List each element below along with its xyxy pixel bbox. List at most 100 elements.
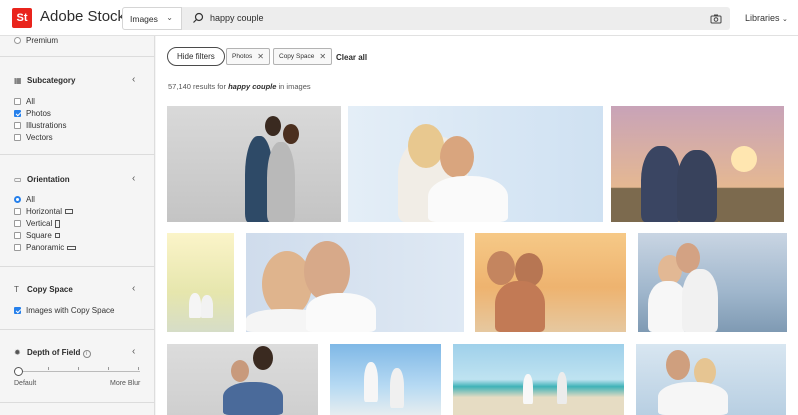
collapse-chevron-icon[interactable]: ‹ [132,346,135,357]
search-scope-dropdown[interactable]: Images ⌄ [122,7,182,30]
result-image-2[interactable] [348,106,603,222]
result-image-9[interactable] [330,344,441,415]
aperture-icon: ✹ [14,348,21,357]
image-figure [231,360,249,382]
result-image-10[interactable] [453,344,624,415]
image-figure [283,124,299,144]
subcategory-option-illustrations[interactable]: Illustrations [14,121,66,130]
radio-selected[interactable] [14,196,21,203]
image-figure [677,150,717,222]
image-figure [440,136,474,178]
image-figure [390,368,404,408]
option-label: Horizontal [26,207,63,216]
results-suffix: in images [278,82,311,91]
image-figure [189,293,201,318]
copy-space-title[interactable]: T Copy Space [14,285,73,294]
image-figure [223,382,283,415]
orientation-option-horizontal[interactable]: Horizontal [14,207,74,216]
result-image-8[interactable] [167,344,318,415]
checkbox[interactable] [14,208,21,215]
close-icon[interactable]: ✕ [257,52,264,61]
search-scope-label: Images [130,14,158,24]
checkbox[interactable] [14,134,21,141]
close-icon[interactable]: ✕ [319,52,326,61]
option-label: Illustrations [26,121,67,130]
clear-all-link[interactable]: Clear all [336,53,367,62]
orientation-option-square[interactable]: Square [14,231,60,240]
image-figure [487,251,515,285]
result-image-6[interactable] [475,233,626,332]
collapse-chevron-icon[interactable]: ‹ [132,173,135,184]
subcategory-section: ▦ Subcategory ‹ All Photos Illustrations … [0,57,155,155]
collapse-chevron-icon[interactable]: ‹ [132,283,135,294]
results-prefix: results for [193,82,226,91]
premium-radio[interactable] [14,37,21,44]
image-figure [304,241,350,301]
slider-tick [78,367,79,370]
info-icon[interactable]: i [82,350,91,358]
horizontal-icon [65,209,74,214]
image-figure [306,293,376,332]
libraries-label: Libraries [745,13,780,23]
camera-icon[interactable] [710,13,722,24]
checkbox[interactable] [14,98,21,105]
search-icon [193,12,204,23]
copy-space-title-label: Copy Space [27,285,73,294]
checkbox[interactable] [14,232,21,239]
chevron-down-icon: ⌄ [166,13,173,22]
subcategory-option-vectors[interactable]: Vectors [14,133,53,142]
orientation-option-panoramic[interactable]: Panoramic [14,243,77,252]
filter-chip-copy-space[interactable]: Copy Space ✕ [273,48,333,65]
filter-chip-photos[interactable]: Photos ✕ [226,48,270,65]
checkbox[interactable] [14,220,21,227]
checkbox[interactable] [14,122,21,129]
option-label: Square [26,231,52,240]
orientation-option-all[interactable]: All [14,195,35,204]
checkbox-checked[interactable] [14,110,21,117]
collapse-chevron-icon[interactable]: ‹ [132,74,135,85]
results-summary: 57,140 results for happy couple in image… [168,82,311,91]
chip-label: Copy Space [279,53,315,60]
result-image-5[interactable] [246,233,464,332]
result-image-11[interactable] [636,344,786,415]
image-figure [523,374,533,404]
vertical-icon [55,219,61,228]
brand-name[interactable]: Adobe Stock [40,8,125,25]
checkbox-checked[interactable] [14,307,21,314]
result-image-4[interactable] [167,233,234,332]
search-bar: Images ⌄ happy couple [122,7,730,30]
image-figure [265,116,281,136]
depth-slider-handle[interactable] [14,367,23,376]
checkbox[interactable] [14,244,21,251]
square-icon [54,233,60,238]
result-image-1[interactable] [167,106,341,222]
libraries-menu[interactable]: Libraries ⌄ [745,13,788,23]
subcategory-option-photos[interactable]: Photos [14,109,51,118]
depth-slider-track[interactable] [18,371,140,372]
panoramic-icon [67,245,77,250]
result-image-3[interactable] [611,106,784,222]
image-figure [267,142,295,222]
image-figure [641,146,681,222]
image-figure [731,146,757,172]
subcategory-option-all[interactable]: All [14,97,35,106]
search-input[interactable]: happy couple [210,13,264,23]
depth-of-field-title[interactable]: ✹ Depth of Field i [14,348,91,358]
image-figure [364,362,378,402]
copy-space-option[interactable]: Images with Copy Space [14,306,115,315]
image-figure [253,346,273,370]
orientation-icon: ▭ [14,175,22,184]
orientation-title[interactable]: ▭ Orientation [14,175,70,184]
orientation-section: ▭ Orientation ‹ All Horizontal Vertical S… [0,155,155,267]
results-query: happy couple [228,82,277,91]
hide-filters-button[interactable]: Hide filters [167,47,225,66]
subcategory-title[interactable]: ▦ Subcategory [14,76,75,85]
premium-option[interactable]: Premium [14,36,58,45]
slider-tick [48,367,49,370]
adobe-stock-logo[interactable]: St [12,8,32,28]
result-image-7[interactable] [638,233,787,332]
chevron-down-icon: ⌄ [782,16,788,23]
chip-label: Photos [232,53,253,60]
text-icon: T [14,285,19,294]
orientation-option-vertical[interactable]: Vertical [14,219,61,228]
